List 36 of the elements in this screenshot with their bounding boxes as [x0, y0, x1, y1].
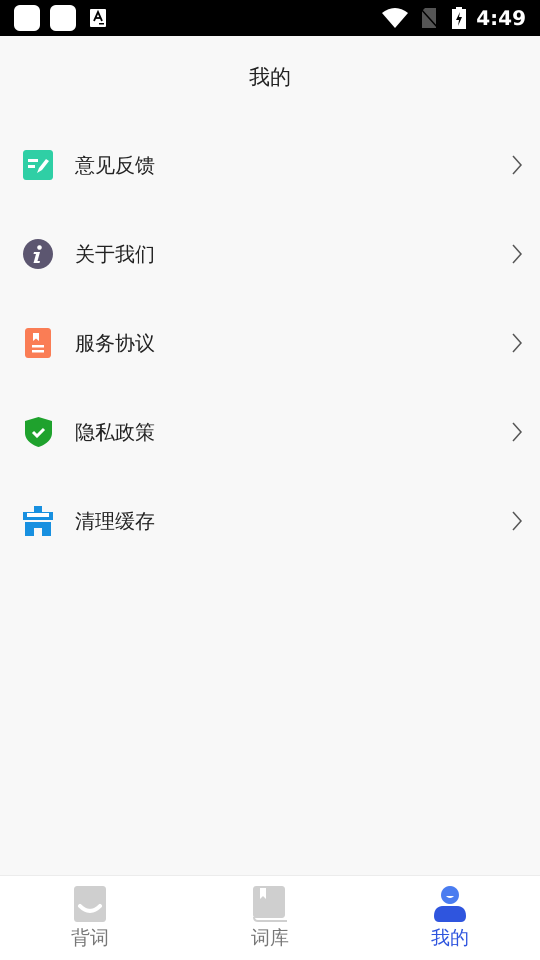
- chevron-right-icon: [512, 154, 522, 174]
- menu-item[interactable]: 隐私政策: [0, 387, 540, 476]
- battery-icon: [452, 7, 466, 29]
- edit-note-icon: [23, 150, 53, 180]
- notification-icon: [14, 5, 40, 31]
- nav-tab[interactable]: 背词: [0, 876, 180, 960]
- person-icon: [434, 886, 466, 922]
- menu-label: 隐私政策: [75, 418, 155, 446]
- clock: 4:49: [476, 5, 526, 32]
- menu-label: 意见反馈: [75, 152, 155, 178]
- nav-tab[interactable]: 我的: [360, 876, 540, 960]
- menu-label: 服务协议: [75, 330, 155, 356]
- chevron-right-icon: [512, 422, 522, 442]
- menu-item[interactable]: 意见反馈: [0, 120, 540, 209]
- chevron-right-icon: [512, 332, 522, 352]
- smile-book-icon: [74, 886, 106, 922]
- chevron-right-icon: [512, 510, 522, 530]
- menu-label: 关于我们: [75, 240, 155, 268]
- document-icon: [25, 328, 51, 358]
- nav-tab[interactable]: 词库: [180, 876, 360, 960]
- chevron-right-icon: [512, 244, 522, 264]
- keyboard-icon: [90, 9, 106, 27]
- no-sim-icon: [420, 8, 438, 28]
- book-icon: [253, 886, 287, 922]
- menu-item[interactable]: 服务协议: [0, 298, 540, 387]
- shield-check-icon: [24, 416, 52, 446]
- page-title: 我的: [249, 64, 291, 92]
- tab-label: 背词: [71, 926, 109, 951]
- notification-icon: [50, 5, 76, 31]
- menu-label: 清理缓存: [75, 508, 155, 534]
- wifi-icon: [382, 8, 408, 28]
- menu-item[interactable]: 清理缓存: [0, 476, 540, 565]
- tab-label: 我的: [431, 926, 469, 951]
- info-icon: [23, 238, 53, 268]
- tab-label: 词库: [251, 926, 289, 951]
- menu-item[interactable]: 关于我们: [0, 209, 540, 298]
